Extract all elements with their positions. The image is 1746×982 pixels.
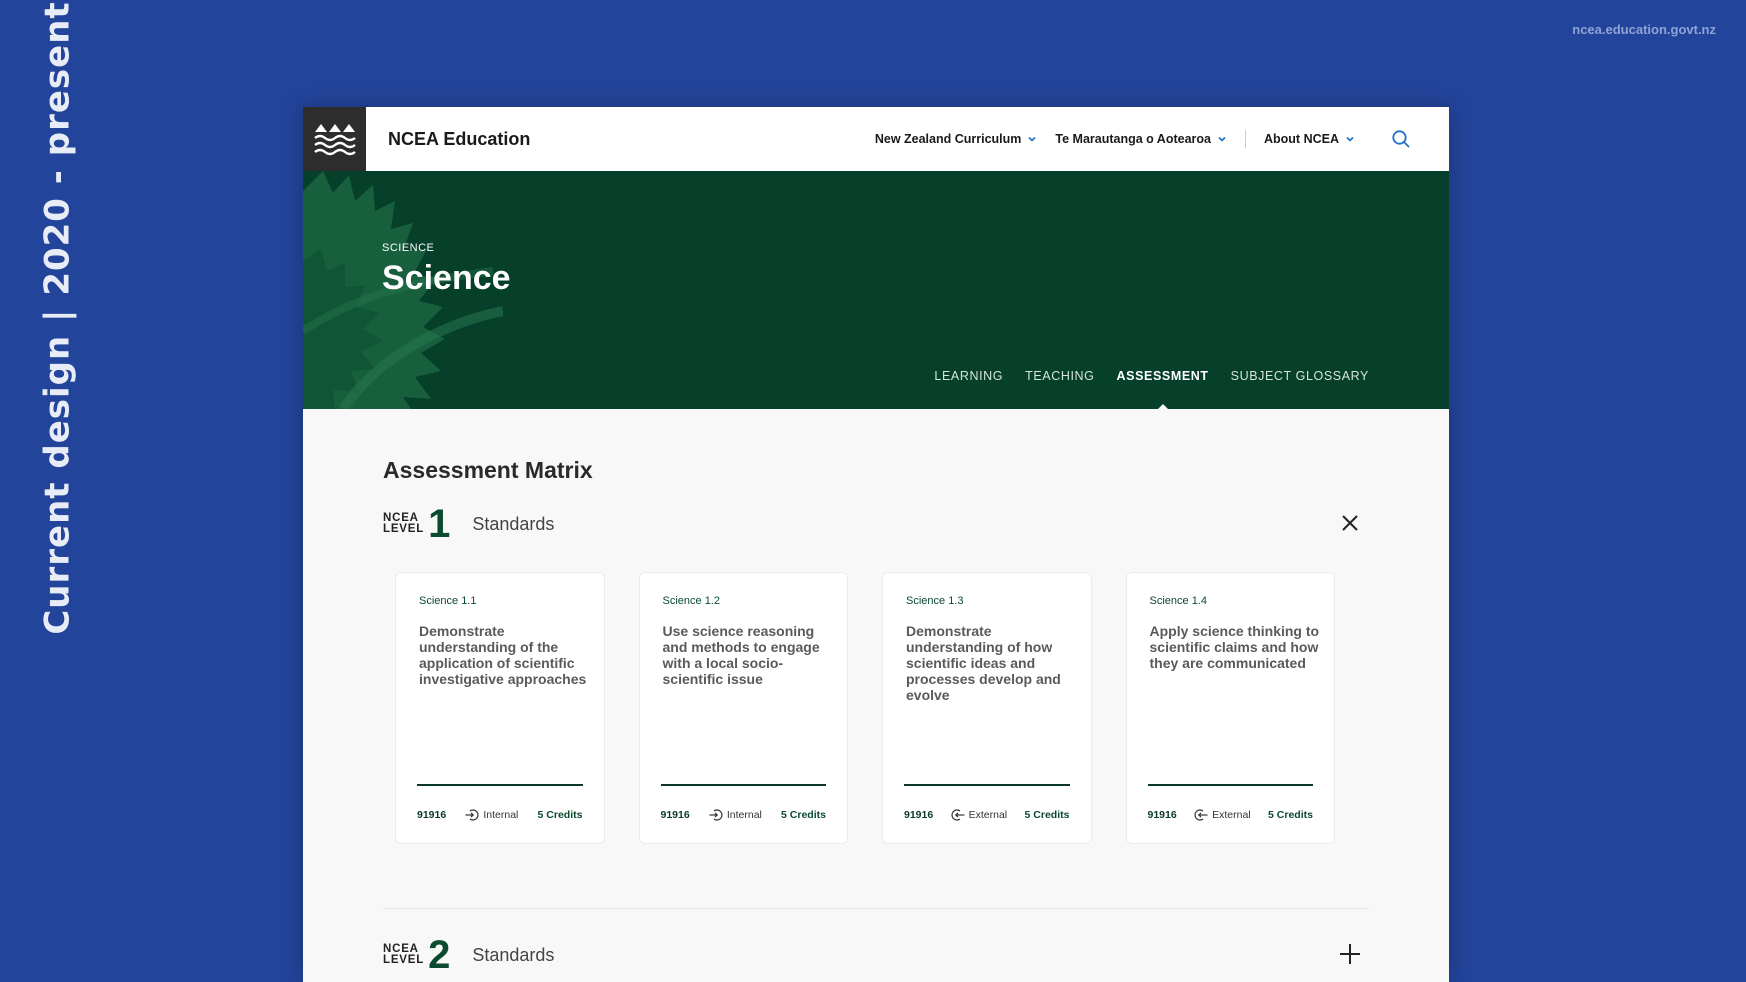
external-assessment-icon — [1194, 809, 1208, 821]
assessment-type: Internal — [709, 809, 762, 821]
internal-assessment-icon — [465, 809, 479, 821]
card-divider — [660, 784, 826, 786]
ncea-level-badge: NCEA LEVEL 2 — [383, 933, 451, 977]
card-title: Use science reasoning and methods to eng… — [662, 623, 820, 687]
card-divider — [1147, 784, 1313, 786]
assessment-type: External — [951, 809, 1008, 821]
search-icon — [1392, 130, 1410, 148]
subject-eyebrow: SCIENCE — [382, 242, 435, 254]
credits: 5 Credits — [537, 809, 583, 821]
level-word-level: LEVEL — [383, 523, 425, 535]
standard-number: 91916 — [660, 809, 690, 821]
card-meta: 91916 External 5 Credits — [1148, 809, 1314, 821]
standards-cards: Science 1.1 Demonstrate understanding of… — [395, 572, 1369, 844]
level-badge-words: NCEA LEVEL — [383, 512, 425, 535]
chevron-down-icon — [1218, 136, 1226, 142]
nav-link-label: About NCEA — [1264, 132, 1339, 146]
standard-card[interactable]: Science 1.2 Use science reasoning and me… — [638, 572, 848, 844]
ncea-level-badge: NCEA LEVEL 1 — [383, 502, 451, 546]
card-title: Demonstrate understanding of the applica… — [419, 623, 587, 687]
nav-link-te-marautanga[interactable]: Te Marautanga o Aotearoa — [1055, 132, 1227, 146]
card-meta: 91916 Internal 5 Credits — [417, 809, 583, 821]
expand-level-button[interactable] — [1335, 939, 1365, 969]
nav-link-nz-curriculum[interactable]: New Zealand Curriculum — [875, 132, 1038, 146]
card-title: Apply science thinking to scientific cla… — [1149, 623, 1320, 671]
page-title: Science — [382, 259, 511, 297]
tab-assessment[interactable]: ASSESSMENT — [1117, 369, 1209, 409]
waves-logo-icon — [313, 124, 356, 156]
plus-icon — [1340, 944, 1360, 964]
nav-links: New Zealand Curriculum Te Marautanga o A… — [875, 107, 1449, 171]
card-code: Science 1.1 — [419, 595, 477, 607]
assessment-type-label: Internal — [726, 809, 762, 821]
section-title: Assessment Matrix — [383, 457, 593, 483]
level-label: Standards — [472, 944, 555, 965]
nav-separator — [1245, 130, 1246, 148]
card-title: Demonstrate understanding of how scienti… — [906, 623, 1061, 703]
level-divider — [383, 908, 1369, 909]
card-code: Science 1.2 — [662, 595, 720, 607]
level-label: Standards — [472, 513, 555, 534]
chevron-down-icon — [1346, 136, 1354, 142]
level-1-header[interactable]: NCEA LEVEL 1 Standards — [383, 504, 1369, 544]
internal-assessment-icon — [709, 809, 723, 821]
standard-card[interactable]: Science 1.1 Demonstrate understanding of… — [395, 572, 605, 844]
main-content: Assessment Matrix NCEA LEVEL 1 Standards… — [303, 457, 1449, 975]
subject-tabs: LEARNING TEACHING ASSESSMENT SUBJECT GLO… — [912, 369, 1369, 409]
subject-hero: SCIENCE Science LEARNING TEACHING ASSESS… — [303, 171, 1449, 409]
chevron-down-icon — [1028, 136, 1036, 142]
card-divider — [904, 784, 1070, 786]
side-caption: Current design | 2020 - present — [30, 1, 85, 634]
site-logo[interactable] — [303, 107, 366, 171]
site-url: ncea.education.govt.nz — [1572, 22, 1716, 37]
external-assessment-icon — [951, 809, 965, 821]
standard-card[interactable]: Science 1.3 Demonstrate understanding of… — [882, 572, 1092, 844]
brand-name[interactable]: NCEA Education — [388, 129, 530, 150]
assessment-type-label: Internal — [483, 809, 519, 821]
standard-number: 91916 — [417, 809, 447, 821]
standard-card[interactable]: Science 1.4 Apply science thinking to sc… — [1125, 572, 1335, 844]
credits: 5 Credits — [1024, 809, 1070, 821]
assessment-type-label: External — [968, 809, 1008, 821]
tab-learning[interactable]: LEARNING — [934, 369, 1003, 383]
collapse-level-button[interactable] — [1335, 508, 1365, 538]
standard-number: 91916 — [1147, 809, 1177, 821]
assessment-type-label: External — [1212, 809, 1251, 821]
level-2-header[interactable]: NCEA LEVEL 2 Standards — [383, 935, 1369, 975]
level-badge-words: NCEA LEVEL — [383, 943, 425, 966]
nav-link-label: Te Marautanga o Aotearoa — [1055, 132, 1211, 146]
top-navigation: NCEA Education New Zealand Curriculum Te… — [303, 107, 1449, 171]
nav-link-label: New Zealand Curriculum — [874, 132, 1022, 146]
tab-teaching[interactable]: TEACHING — [1025, 369, 1094, 383]
close-icon — [1342, 515, 1358, 531]
tab-subject-glossary[interactable]: SUBJECT GLOSSARY — [1231, 369, 1369, 383]
level-number: 1 — [428, 502, 451, 546]
card-meta: 91916 External 5 Credits — [904, 809, 1070, 821]
card-divider — [417, 784, 583, 786]
nav-link-about-ncea[interactable]: About NCEA — [1264, 132, 1355, 146]
credits: 5 Credits — [781, 809, 826, 821]
assessment-type: Internal — [465, 809, 518, 821]
level-number: 2 — [428, 933, 451, 977]
search-button[interactable] — [1389, 127, 1413, 151]
side-caption-text: Current design | 2020 - present — [37, 0, 78, 635]
browser-frame: NCEA Education New Zealand Curriculum Te… — [303, 107, 1449, 982]
card-code: Science 1.3 — [906, 595, 964, 607]
card-meta: 91916 Internal 5 Credits — [661, 809, 827, 821]
card-code: Science 1.4 — [1149, 595, 1207, 607]
assessment-type: External — [1194, 809, 1251, 821]
standard-number: 91916 — [904, 809, 934, 821]
level-word-level: LEVEL — [383, 954, 425, 966]
credits: 5 Credits — [1268, 809, 1313, 821]
